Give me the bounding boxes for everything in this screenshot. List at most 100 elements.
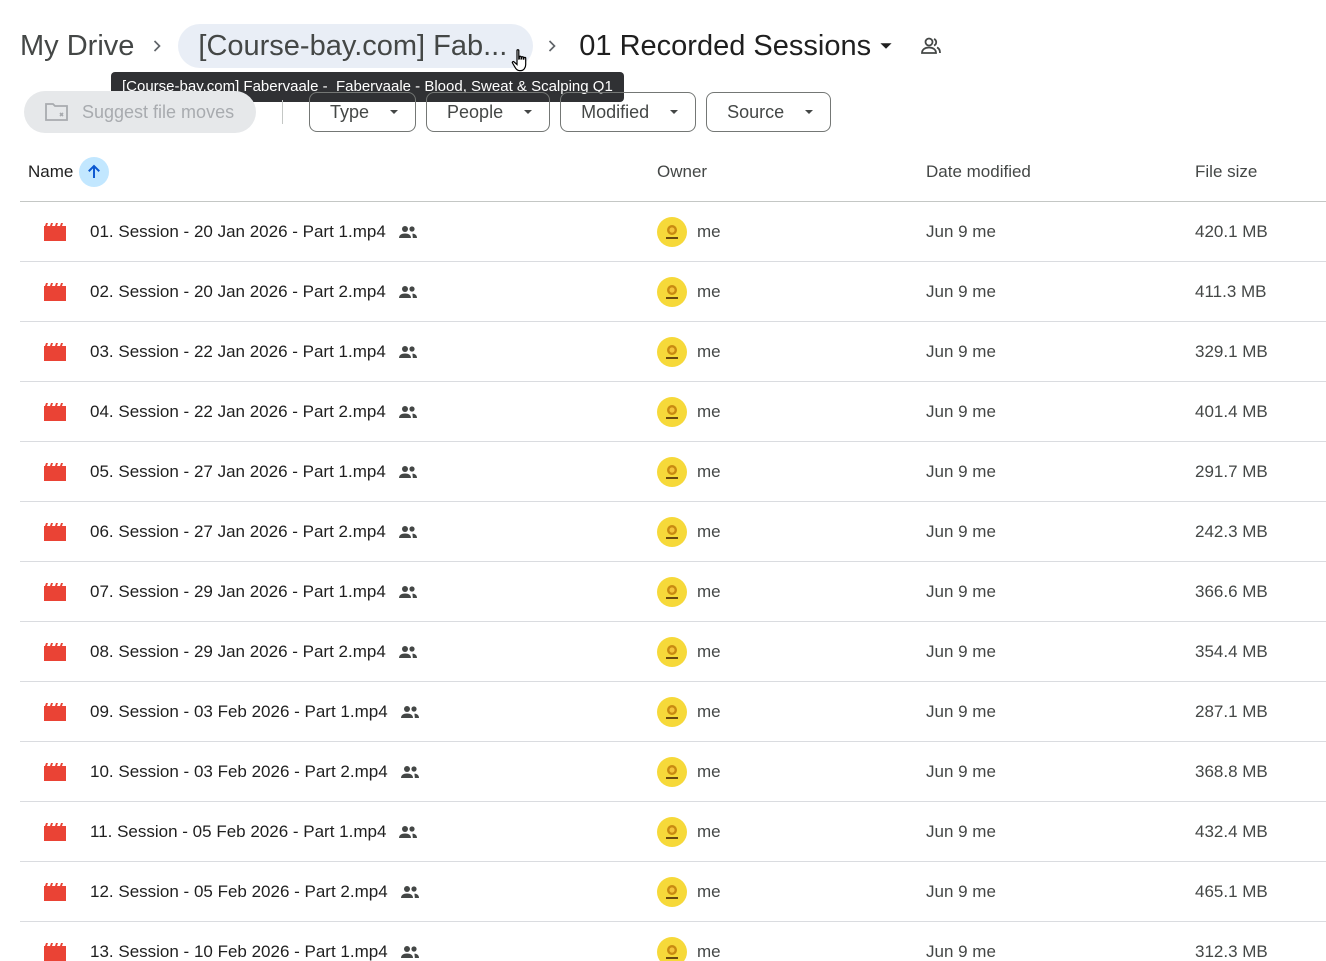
owner-cell: me: [657, 442, 721, 501]
lion-logo-icon: [666, 644, 678, 659]
breadcrumb-my-drive[interactable]: My Drive: [0, 22, 142, 70]
file-size-cell: 432.4 MB: [1195, 821, 1268, 841]
name-cell: 01. Session - 20 Jan 2026 - Part 1.mp4: [44, 202, 418, 261]
file-name: 11. Session - 05 Feb 2026 - Part 1.mp4: [90, 821, 387, 841]
name-cell: 05. Session - 27 Jan 2026 - Part 1.mp4: [44, 442, 418, 501]
file-size-cell: 420.1 MB: [1195, 221, 1268, 241]
owner-cell: me: [657, 742, 721, 801]
owner-name: me: [697, 761, 721, 781]
file-name: 08. Session - 29 Jan 2026 - Part 2.mp4: [90, 641, 386, 661]
breadcrumb: My Drive [Course-bay.com] Fab... 01 Reco…: [0, 22, 943, 70]
video-file-icon: [44, 522, 66, 541]
name-column-header[interactable]: Name: [28, 150, 110, 194]
owner-cell: me: [657, 562, 721, 621]
video-file-icon: [44, 342, 66, 361]
name-cell: 09. Session - 03 Feb 2026 - Part 1.mp4: [44, 682, 420, 741]
shared-people-icon: [398, 585, 417, 598]
owner-name: me: [697, 821, 721, 841]
file-name: 04. Session - 22 Jan 2026 - Part 2.mp4: [90, 401, 386, 421]
file-row[interactable]: 01. Session - 20 Jan 2026 - Part 1.mp4 m…: [20, 202, 1326, 262]
caret-down-icon: [880, 43, 892, 49]
file-row[interactable]: 13. Session - 10 Feb 2026 - Part 1.mp4 m…: [20, 922, 1326, 961]
chip-label: People: [447, 101, 504, 122]
shared-people-icon: [400, 945, 419, 958]
suggest-label: Suggest file moves: [82, 101, 235, 122]
modified-filter-chip[interactable]: Modified: [560, 92, 697, 132]
shared-people-icon: [400, 765, 419, 778]
video-file-icon: [44, 882, 66, 901]
owner-name: me: [697, 401, 721, 421]
owner-name: me: [697, 941, 721, 961]
lion-logo-icon: [666, 584, 678, 599]
shared-people-icon: [398, 345, 417, 358]
file-row[interactable]: 04. Session - 22 Jan 2026 - Part 2.mp4 m…: [20, 382, 1326, 442]
source-filter-chip[interactable]: Source: [706, 92, 832, 132]
people-filter-chip[interactable]: People: [426, 92, 551, 132]
file-name: 03. Session - 22 Jan 2026 - Part 1.mp4: [90, 341, 386, 361]
date-modified-cell: Jun 9 me: [926, 461, 996, 481]
date-modified-cell: Jun 9 me: [926, 401, 996, 421]
date-modified-cell: Jun 9 me: [926, 881, 996, 901]
video-file-icon: [44, 282, 66, 301]
breadcrumb-parent-folder[interactable]: [Course-bay.com] Fab...: [178, 24, 534, 68]
owner-cell: me: [657, 382, 721, 441]
shared-folder-icon[interactable]: [919, 34, 943, 58]
file-name: 01. Session - 20 Jan 2026 - Part 1.mp4: [90, 221, 386, 241]
shared-people-icon: [398, 465, 417, 478]
file-row[interactable]: 09. Session - 03 Feb 2026 - Part 1.mp4 m…: [20, 682, 1326, 742]
file-row[interactable]: 06. Session - 27 Jan 2026 - Part 2.mp4 m…: [20, 502, 1326, 562]
shared-people-icon: [398, 405, 417, 418]
owner-name: me: [697, 641, 721, 661]
breadcrumb-current-folder[interactable]: 01 Recorded Sessions: [579, 30, 893, 63]
chevron-right-icon: [537, 36, 567, 56]
file-name: 09. Session - 03 Feb 2026 - Part 1.mp4: [90, 701, 388, 721]
drive-page: My Drive [Course-bay.com] Fab... 01 Reco…: [0, 0, 1326, 961]
avatar: [657, 396, 687, 427]
date-modified-cell: Jun 9 me: [926, 941, 996, 961]
file-row[interactable]: 10. Session - 03 Feb 2026 - Part 2.mp4 m…: [20, 742, 1326, 802]
type-filter-chip[interactable]: Type: [309, 92, 417, 132]
avatar: [657, 636, 687, 667]
chip-label: Type: [330, 101, 370, 122]
suggest-file-moves-button[interactable]: Suggest file moves: [24, 91, 256, 133]
owner-column-header[interactable]: Owner: [657, 150, 707, 194]
owner-cell: me: [657, 322, 721, 381]
lion-logo-icon: [666, 524, 678, 539]
file-name: 13. Session - 10 Feb 2026 - Part 1.mp4: [90, 941, 388, 961]
file-name: 07. Session - 29 Jan 2026 - Part 1.mp4: [90, 581, 386, 601]
shared-people-icon: [400, 705, 419, 718]
file-row[interactable]: 05. Session - 27 Jan 2026 - Part 1.mp4 m…: [20, 442, 1326, 502]
file-size-column-header[interactable]: File size: [1195, 150, 1257, 194]
owner-cell: me: [657, 262, 721, 321]
sort-direction-button[interactable]: [79, 157, 110, 187]
video-file-icon: [44, 402, 66, 421]
file-size-cell: 291.7 MB: [1195, 461, 1268, 481]
file-row[interactable]: 11. Session - 05 Feb 2026 - Part 1.mp4 m…: [20, 802, 1326, 862]
avatar: [657, 216, 687, 247]
lion-logo-icon: [666, 764, 678, 779]
file-size-cell: 329.1 MB: [1195, 341, 1268, 361]
lion-logo-icon: [666, 224, 678, 239]
name-cell: 02. Session - 20 Jan 2026 - Part 2.mp4: [44, 262, 418, 321]
lion-logo-icon: [666, 344, 678, 359]
file-row[interactable]: 03. Session - 22 Jan 2026 - Part 1.mp4 m…: [20, 322, 1326, 382]
lion-logo-icon: [666, 704, 678, 719]
name-cell: 06. Session - 27 Jan 2026 - Part 2.mp4: [44, 502, 418, 561]
file-row[interactable]: 12. Session - 05 Feb 2026 - Part 2.mp4 m…: [20, 862, 1326, 922]
file-row[interactable]: 08. Session - 29 Jan 2026 - Part 2.mp4 m…: [20, 622, 1326, 682]
chevron-right-icon: [142, 36, 172, 56]
date-modified-column-header[interactable]: Date modified: [926, 150, 1031, 194]
lion-logo-icon: [666, 284, 678, 299]
hand-cursor-icon: [511, 49, 527, 72]
file-size-cell: 366.6 MB: [1195, 581, 1268, 601]
owner-cell: me: [657, 202, 721, 261]
file-row[interactable]: 02. Session - 20 Jan 2026 - Part 2.mp4 m…: [20, 262, 1326, 322]
video-file-icon: [44, 762, 66, 781]
filter-divider: [282, 100, 283, 124]
file-name: 10. Session - 03 Feb 2026 - Part 2.mp4: [90, 761, 388, 781]
shared-people-icon: [398, 645, 417, 658]
owner-name: me: [697, 461, 721, 481]
owner-cell: me: [657, 922, 721, 961]
file-row[interactable]: 07. Session - 29 Jan 2026 - Part 1.mp4 m…: [20, 562, 1326, 622]
file-name: 05. Session - 27 Jan 2026 - Part 1.mp4: [90, 461, 386, 481]
